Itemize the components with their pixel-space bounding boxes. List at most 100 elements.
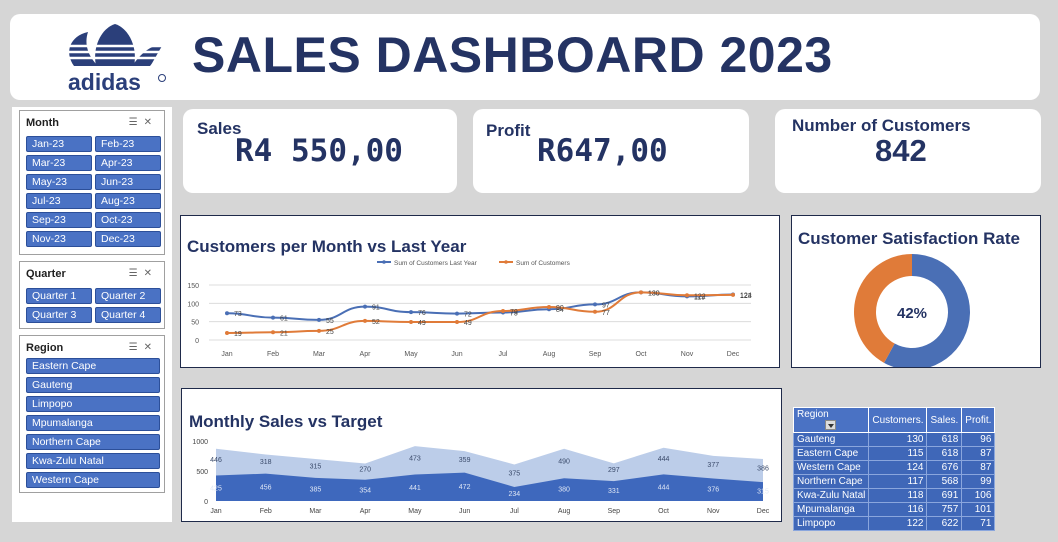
sales-target-chart: Monthly Sales vs Target 0 500 1000 Jan Feb Ma… bbox=[181, 388, 782, 522]
data-label: 21 bbox=[280, 330, 288, 337]
table-row: Eastern Cape 115 618 87 bbox=[792, 446, 996, 461]
table-cell: Limpopo bbox=[792, 516, 870, 531]
month-slicer-item[interactable]: Nov-23 bbox=[26, 231, 92, 247]
month-slicer-item[interactable]: Dec-23 bbox=[95, 231, 161, 247]
data-label: 376 bbox=[707, 487, 719, 494]
multi-select-icon[interactable]: ☰ bbox=[129, 342, 144, 353]
table-cell: 96 bbox=[961, 432, 996, 447]
table-column-header[interactable]: Region bbox=[792, 407, 870, 433]
brand-wordmark: adidas bbox=[68, 69, 141, 95]
clear-filter-icon[interactable]: ✕ bbox=[144, 268, 158, 279]
table-cell: 99 bbox=[961, 474, 996, 489]
quarter-slicer-item[interactable]: Quarter 2 bbox=[95, 288, 161, 304]
legend-entry: Sum of Customers bbox=[499, 260, 571, 267]
legend-entry: Sum of Customers Last Year bbox=[377, 260, 478, 267]
data-label: 354 bbox=[359, 487, 371, 494]
x-tick-label: Feb bbox=[267, 351, 279, 358]
data-label: 122 bbox=[694, 293, 706, 300]
data-label: 49 bbox=[418, 320, 426, 327]
filter-dropdown-icon[interactable] bbox=[825, 420, 836, 431]
quarter-slicer-item[interactable]: Quarter 3 bbox=[26, 307, 92, 323]
month-slicer-item[interactable]: Feb-23 bbox=[95, 136, 161, 152]
table-row: Mpumalanga 116 757 101 bbox=[792, 502, 996, 517]
satisfaction-value: 42% bbox=[897, 305, 927, 322]
month-slicer-item[interactable]: Mar-23 bbox=[26, 155, 92, 171]
multi-select-icon[interactable]: ☰ bbox=[129, 268, 144, 279]
month-slicer-item[interactable]: Jan-23 bbox=[26, 136, 92, 152]
month-slicer-item[interactable]: Aug-23 bbox=[95, 193, 161, 209]
table-cell: 87 bbox=[961, 446, 996, 461]
y-tick-label: 1000 bbox=[192, 439, 208, 446]
x-tick-label: May bbox=[404, 351, 418, 358]
x-tick-label: Aug bbox=[558, 508, 571, 515]
quarter-slicer-title: Quarter bbox=[26, 268, 66, 280]
profit-card: Profit R647,00 bbox=[473, 109, 749, 193]
x-tick-label: Nov bbox=[681, 351, 694, 358]
data-label: 270 bbox=[359, 467, 371, 474]
x-tick-label: Nov bbox=[707, 508, 720, 515]
quarter-slicer-item[interactable]: Quarter 1 bbox=[26, 288, 92, 304]
region-slicer-item[interactable]: Eastern Cape bbox=[26, 358, 160, 374]
x-tick-label: Jun bbox=[451, 351, 462, 358]
month-slicer-item[interactable]: Apr-23 bbox=[95, 155, 161, 171]
table-cell: 622 bbox=[926, 516, 963, 531]
data-label: 473 bbox=[409, 455, 421, 462]
data-point bbox=[455, 311, 459, 316]
region-slicer-item[interactable]: Gauteng bbox=[26, 377, 160, 393]
data-label: 441 bbox=[409, 485, 421, 492]
region-slicer-title: Region bbox=[26, 342, 64, 354]
multi-select-icon[interactable]: ☰ bbox=[129, 117, 144, 128]
y-tick-label: 150 bbox=[187, 283, 199, 290]
data-label: 297 bbox=[608, 467, 620, 474]
month-slicer-item[interactable]: Oct-23 bbox=[95, 212, 161, 228]
column-header-label: Sales. bbox=[930, 414, 959, 426]
region-slicer-item[interactable]: Limpopo bbox=[26, 396, 160, 412]
table-cell: 618 bbox=[926, 446, 963, 461]
x-tick-label: Aug bbox=[543, 351, 556, 358]
data-label: 444 bbox=[658, 456, 670, 463]
region-slicer-item[interactable]: Northern Cape bbox=[26, 434, 160, 450]
table-column-header: Sales. bbox=[926, 407, 963, 433]
data-label: 79 bbox=[510, 309, 518, 316]
trefoil-icon: adidas bbox=[60, 24, 170, 96]
table-cell: 116 bbox=[868, 502, 928, 517]
region-slicer: Region ☰✕ Eastern Cape Gauteng Limpopo Mpum… bbox=[19, 335, 165, 493]
data-point bbox=[547, 305, 551, 309]
region-slicer-item[interactable]: Western Cape bbox=[26, 472, 160, 488]
sales-card: Sales R4 550,00 bbox=[183, 109, 457, 193]
y-tick-label: 0 bbox=[204, 499, 208, 506]
line-chart-plot: 0 50 100 150 Jan Feb Mar Apr May Jun Jul Aug Sep Oct N… bbox=[187, 260, 751, 358]
x-tick-label: Oct bbox=[658, 508, 669, 515]
month-slicer-item[interactable]: May-23 bbox=[26, 174, 92, 190]
data-point bbox=[317, 328, 321, 333]
table-column-header: Customers. bbox=[868, 407, 928, 433]
data-label: 130 bbox=[648, 290, 660, 297]
month-slicer-item[interactable]: Jul-23 bbox=[26, 193, 92, 209]
region-slicer-item[interactable]: Mpumalanga bbox=[26, 415, 160, 431]
data-label: 385 bbox=[310, 486, 322, 493]
sales-value: R4 550,00 bbox=[235, 133, 403, 169]
data-point bbox=[685, 293, 689, 298]
month-slicer-item[interactable]: Sep-23 bbox=[26, 212, 92, 228]
quarter-slicer-item[interactable]: Quarter 4 bbox=[95, 307, 161, 323]
month-slicer-item[interactable]: Jun-23 bbox=[95, 174, 161, 190]
data-label: 377 bbox=[707, 462, 719, 469]
data-point bbox=[363, 304, 367, 309]
data-label: 315 bbox=[757, 489, 769, 496]
x-tick-label: Jun bbox=[459, 508, 470, 515]
data-point bbox=[409, 310, 413, 315]
data-label: 444 bbox=[658, 485, 670, 492]
region-slicer-item[interactable]: Kwa-Zulu Natal bbox=[26, 453, 160, 469]
clear-filter-icon[interactable]: ✕ bbox=[144, 117, 158, 128]
y-tick-label: 50 bbox=[191, 320, 199, 327]
data-label: 90 bbox=[556, 305, 564, 312]
x-tick-label: May bbox=[408, 508, 422, 515]
table-cell: 691 bbox=[926, 488, 963, 503]
table-cell: 676 bbox=[926, 460, 963, 475]
table-cell: 101 bbox=[961, 502, 996, 517]
data-label: 25 bbox=[326, 329, 334, 336]
clear-filter-icon[interactable]: ✕ bbox=[144, 342, 158, 353]
table-row: Kwa-Zulu Natal 118 691 106 bbox=[792, 488, 996, 503]
data-label: 375 bbox=[509, 471, 521, 478]
data-point bbox=[593, 309, 597, 314]
